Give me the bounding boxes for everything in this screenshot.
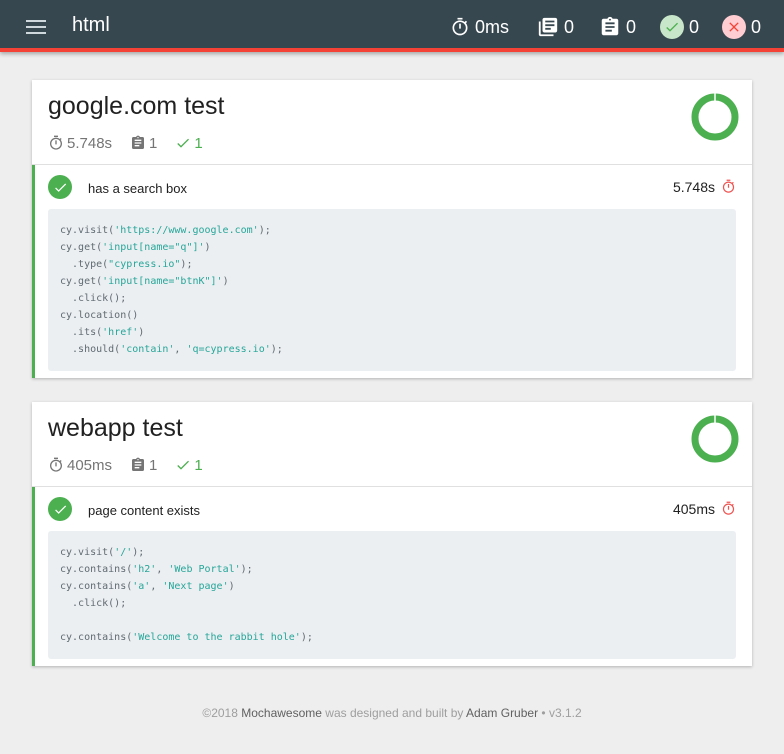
nav-passed-value: 0 xyxy=(689,16,700,37)
footer-version: • v3.1.2 xyxy=(538,706,582,720)
failed-badge xyxy=(722,15,746,39)
code-line: .click(); xyxy=(60,293,127,304)
test-duration: 5.748s xyxy=(673,178,736,195)
code-line: cy.contains('h2', 'Web Portal'); xyxy=(60,564,253,575)
suite-pass-count: 1 xyxy=(175,456,203,474)
footer-credit-text: was designed and built by xyxy=(321,706,467,720)
test-passed-badge xyxy=(48,175,72,199)
close-icon xyxy=(729,22,739,32)
test-title: has a search box xyxy=(88,181,188,196)
code-line: .type("cypress.io"); xyxy=(60,259,193,270)
check-icon xyxy=(177,138,190,148)
suite-pass-count-value: 1 xyxy=(194,456,203,474)
test-item[interactable]: has a search box 5.748s cy.visit('https:… xyxy=(32,165,752,378)
suite-summary: 405ms 1 1 xyxy=(48,456,221,474)
check-icon xyxy=(177,460,190,470)
nav-failed-stat[interactable]: 0 xyxy=(722,13,761,41)
suite-test-count: 1 xyxy=(130,457,157,474)
check-icon xyxy=(54,504,66,514)
test-duration-value: 5.748s xyxy=(672,178,715,195)
nav-duration-value: 0ms xyxy=(475,16,510,37)
clipboard-icon xyxy=(601,16,619,36)
suite-pass-ring xyxy=(691,93,739,141)
code-line: .should('contain', 'q=cypress.io'); xyxy=(60,344,283,355)
check-icon xyxy=(666,22,678,32)
test-duration-value: 405ms xyxy=(672,500,715,517)
nav-tests-value: 0 xyxy=(626,16,637,37)
check-icon xyxy=(54,182,66,192)
suite-card: google.com test 5.748s 1 1 has a search … xyxy=(32,80,752,378)
suite-test-count-value: 1 xyxy=(149,456,158,474)
footer-copyright: ©2018 xyxy=(202,706,242,720)
code-line: cy.get('input[name="btnK"]') xyxy=(60,276,229,287)
clipboard-icon xyxy=(132,135,145,149)
suite-pass-ring xyxy=(691,415,739,463)
footer-author-link[interactable]: Adam Gruber xyxy=(466,706,538,720)
stopwatch-icon xyxy=(722,501,735,515)
suite-duration-value: 405ms xyxy=(67,456,113,474)
top-navbar: html 0ms 0 0 0 0 xyxy=(0,0,784,52)
library-books-icon xyxy=(538,17,558,37)
suite-pass-count-value: 1 xyxy=(194,134,203,152)
stopwatch-icon xyxy=(50,135,62,150)
suite-duration-value: 5.748s xyxy=(67,134,113,152)
suite-test-count-value: 1 xyxy=(149,134,158,152)
test-item[interactable]: page content exists 405ms cy.visit('/');… xyxy=(32,487,752,666)
test-code-block: cy.visit('/'); cy.contains('h2', 'Web Por… xyxy=(48,531,736,659)
suite-title: webapp test xyxy=(48,414,183,442)
test-passed-badge xyxy=(48,497,72,521)
code-line: cy.visit('/'); xyxy=(60,547,145,558)
stopwatch-icon xyxy=(452,17,468,36)
test-duration: 405ms xyxy=(673,500,736,517)
nav-failed-value: 0 xyxy=(751,16,762,37)
clipboard-icon xyxy=(132,457,145,471)
footer-brand-link[interactable]: Mochawesome xyxy=(241,706,322,720)
suite-test-count: 1 xyxy=(130,135,157,152)
stopwatch-icon xyxy=(722,179,735,193)
hamburger-menu-icon xyxy=(23,20,49,34)
footer: ©2018 Mochawesome was designed and built… xyxy=(0,706,784,720)
passed-badge xyxy=(660,15,684,39)
code-line: cy.contains('Welcome to the rabbit hole'… xyxy=(60,632,313,643)
nav-passed-stat[interactable]: 0 xyxy=(660,13,699,41)
code-line: cy.visit('https://www.google.com'); xyxy=(60,225,271,236)
stopwatch-icon xyxy=(50,457,62,472)
code-line: .its('href') xyxy=(60,327,145,338)
menu-button[interactable] xyxy=(23,16,49,38)
suite-summary: 5.748s 1 1 xyxy=(48,134,221,152)
nav-duration-stat[interactable]: 0ms xyxy=(450,13,509,41)
code-line: cy.location() xyxy=(60,310,139,321)
report-title: html xyxy=(72,14,110,36)
test-code-block: cy.visit('https://www.google.com'); cy.ge… xyxy=(48,209,736,371)
nav-tests-stat[interactable]: 0 xyxy=(599,13,636,41)
suite-title: google.com test xyxy=(48,92,225,120)
suite-pass-count: 1 xyxy=(175,134,203,152)
code-line: cy.get('input[name="q"]') xyxy=(60,242,211,253)
suite-duration: 405ms xyxy=(48,456,112,474)
test-title: page content exists xyxy=(88,503,201,518)
code-line: .click(); xyxy=(60,598,127,609)
suite-duration: 5.748s xyxy=(48,134,112,152)
suite-card: webapp test 405ms 1 1 page content exist… xyxy=(32,402,752,666)
nav-suites-stat[interactable]: 0 xyxy=(537,13,574,41)
code-line: cy.contains('a', 'Next page') xyxy=(60,581,235,592)
nav-suites-value: 0 xyxy=(564,16,575,37)
